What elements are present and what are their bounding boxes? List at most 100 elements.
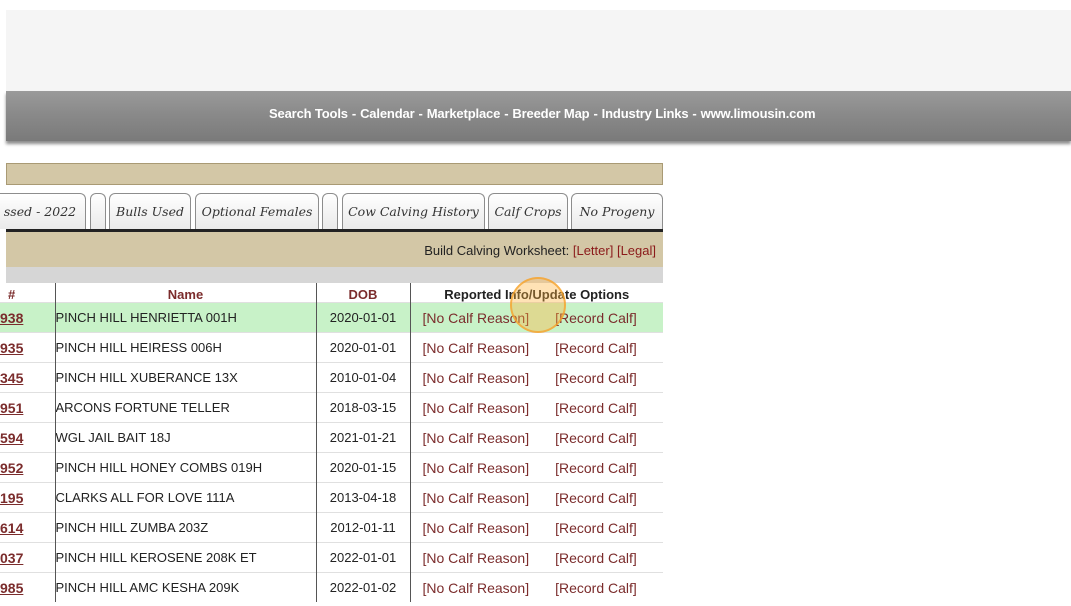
nav-link-marketplace[interactable]: Marketplace — [427, 106, 501, 121]
record-calf-link[interactable]: [Record Calf] — [555, 310, 637, 326]
no-calf-reason-link[interactable]: [No Calf Reason] — [423, 490, 530, 506]
animal-number-link[interactable]: 345 — [0, 362, 55, 393]
worksheet-bar: Build Calving Worksheet: [Letter] [Legal… — [6, 232, 663, 267]
table-row: 951 ARCONS FORTUNE TELLER 2018-03-15 [No Ca… — [0, 392, 663, 423]
update-options: [No Calf Reason] [Record Calf] — [409, 302, 663, 333]
animal-number-link[interactable]: 985 — [0, 572, 55, 602]
tab-assessed-2022[interactable]: ssed - 2022 — [0, 193, 86, 229]
animal-number-link[interactable]: 952 — [0, 452, 55, 483]
animal-name: CLARKS ALL FOR LOVE 111A — [54, 482, 316, 513]
update-options: [No Calf Reason] [Record Calf] — [409, 572, 663, 602]
update-options: [No Calf Reason] [Record Calf] — [409, 332, 663, 363]
section-header-bar — [6, 163, 663, 185]
no-calf-reason-link[interactable]: [No Calf Reason] — [423, 520, 530, 536]
animal-dob: 2010-01-04 — [315, 362, 410, 393]
column-header-options: Reported Info/Update Options — [409, 283, 663, 303]
no-calf-reason-link[interactable]: [No Calf Reason] — [423, 430, 530, 446]
worksheet-letter-link[interactable]: [Letter] — [573, 243, 613, 258]
animal-dob: 2018-03-15 — [315, 392, 410, 423]
animal-number-link[interactable]: 935 — [0, 332, 55, 363]
record-calf-link[interactable]: [Record Calf] — [555, 400, 637, 416]
record-calf-link[interactable]: [Record Calf] — [555, 520, 637, 536]
animal-number-link[interactable]: 195 — [0, 482, 55, 513]
table-row: 935 PINCH HILL HEIRESS 006H 2020-01-01 [No … — [0, 332, 663, 363]
update-options: [No Calf Reason] [Record Calf] — [409, 542, 663, 573]
animal-name: PINCH HILL ZUMBA 203Z — [54, 512, 316, 543]
no-calf-reason-link[interactable]: [No Calf Reason] — [423, 370, 530, 386]
banner-links: Search Tools - Calendar - Marketplace - Breede… — [269, 106, 816, 121]
record-calf-link[interactable]: [Record Calf] — [555, 490, 637, 506]
table-row: 938 PINCH HILL HENRIETTA 001H 2020-01-01 [N… — [0, 302, 663, 333]
no-calf-reason-link[interactable]: [No Calf Reason] — [423, 310, 530, 326]
animal-dob: 2021-01-21 — [315, 422, 410, 453]
column-header-number[interactable]: # — [0, 283, 55, 303]
no-calf-reason-link[interactable]: [No Calf Reason] — [423, 400, 530, 416]
worksheet-label: Build Calving Worksheet: — [424, 243, 570, 258]
no-calf-reason-link[interactable]: [No Calf Reason] — [423, 460, 530, 476]
animal-number-link[interactable]: 037 — [0, 542, 55, 573]
nav-link-search-tools[interactable]: Search Tools — [269, 106, 348, 121]
table-header-row: # Name DOB Reported Info/Update Options — [0, 283, 663, 303]
nav-link-calendar[interactable]: Calendar — [360, 106, 415, 121]
nav-link-breeder-map[interactable]: Breeder Map — [512, 106, 589, 121]
tab-strip: ssed - 2022 Bulls Used Optional Females … — [0, 193, 665, 230]
animal-name: ARCONS FORTUNE TELLER — [54, 392, 316, 423]
animal-dob: 2020-01-01 — [315, 302, 410, 333]
update-options: [No Calf Reason] [Record Calf] — [409, 512, 663, 543]
record-calf-link[interactable]: [Record Calf] — [555, 460, 637, 476]
table-top-strip — [6, 267, 663, 283]
tab-label: Bulls Used — [116, 204, 184, 219]
update-options: [No Calf Reason] [Record Calf] — [409, 482, 663, 513]
record-calf-link[interactable]: [Record Calf] — [555, 580, 637, 596]
table-row: 952 PINCH HILL HONEY COMBS 019H 2020-01-15… — [0, 452, 663, 483]
animal-dob: 2022-01-02 — [315, 572, 410, 602]
animal-number-link[interactable]: 938 — [0, 302, 55, 333]
tab-no-progeny[interactable]: No Progeny — [571, 193, 663, 229]
update-options: [No Calf Reason] [Record Calf] — [409, 422, 663, 453]
tab-cow-calving-history[interactable]: Cow Calving History — [342, 193, 485, 229]
top-area — [6, 10, 1071, 92]
animal-number-link[interactable]: 594 — [0, 422, 55, 453]
animal-name: PINCH HILL AMC KESHA 209K — [54, 572, 316, 602]
record-calf-link[interactable]: [Record Calf] — [555, 340, 637, 356]
animal-name: PINCH HILL HONEY COMBS 019H — [54, 452, 316, 483]
animal-dob: 2012-01-11 — [315, 512, 410, 543]
animal-dob: 2013-04-18 — [315, 482, 410, 513]
nav-separator: - — [351, 106, 357, 121]
nav-separator: - — [593, 106, 598, 121]
table-row: 195 CLARKS ALL FOR LOVE 111A 2013-04-18 [No… — [0, 482, 663, 513]
animal-dob: 2020-01-15 — [315, 452, 410, 483]
record-calf-link[interactable]: [Record Calf] — [555, 430, 637, 446]
no-calf-reason-link[interactable]: [No Calf Reason] — [423, 340, 530, 356]
tab-label: Calf Crops — [494, 204, 562, 219]
worksheet-legal-link[interactable]: [Legal] — [617, 243, 656, 258]
nav-link-industry-links[interactable]: Industry Links — [602, 106, 689, 121]
animal-name: PINCH HILL KEROSENE 208K ET — [54, 542, 316, 573]
column-header-name[interactable]: Name — [54, 283, 316, 303]
animal-number-link[interactable]: 951 — [0, 392, 55, 423]
tab-blank-1[interactable] — [90, 193, 106, 229]
update-options: [No Calf Reason] [Record Calf] — [409, 392, 663, 423]
nav-separator: - — [504, 106, 509, 121]
update-options: [No Calf Reason] [Record Calf] — [409, 362, 663, 393]
animal-name: PINCH HILL HENRIETTA 001H — [54, 302, 316, 333]
animal-dob: 2022-01-01 — [315, 542, 410, 573]
tab-bulls-used[interactable]: Bulls Used — [109, 193, 191, 229]
tab-label: No Progeny — [579, 204, 655, 219]
no-calf-reason-link[interactable]: [No Calf Reason] — [423, 580, 530, 596]
tab-label: Cow Calving History — [348, 204, 479, 219]
animal-name: PINCH HILL XUBERANCE 13X — [54, 362, 316, 393]
table-body: 938 PINCH HILL HENRIETTA 001H 2020-01-01 [N… — [0, 302, 663, 602]
nav-separator: - — [692, 106, 697, 121]
tab-optional-females[interactable]: Optional Females — [195, 193, 319, 229]
tab-blank-2[interactable] — [322, 193, 338, 229]
nav-link-limousin-website[interactable]: www.limousin.com — [701, 106, 816, 121]
worksheet-controls: Build Calving Worksheet: [Letter] [Legal… — [424, 243, 656, 258]
record-calf-link[interactable]: [Record Calf] — [555, 550, 637, 566]
tab-calf-crops[interactable]: Calf Crops — [488, 193, 568, 229]
column-header-dob[interactable]: DOB — [315, 283, 410, 303]
no-calf-reason-link[interactable]: [No Calf Reason] — [423, 550, 530, 566]
table-row: 037 PINCH HILL KEROSENE 208K ET 2022-01-01… — [0, 542, 663, 573]
animal-number-link[interactable]: 614 — [0, 512, 55, 543]
record-calf-link[interactable]: [Record Calf] — [555, 370, 637, 386]
